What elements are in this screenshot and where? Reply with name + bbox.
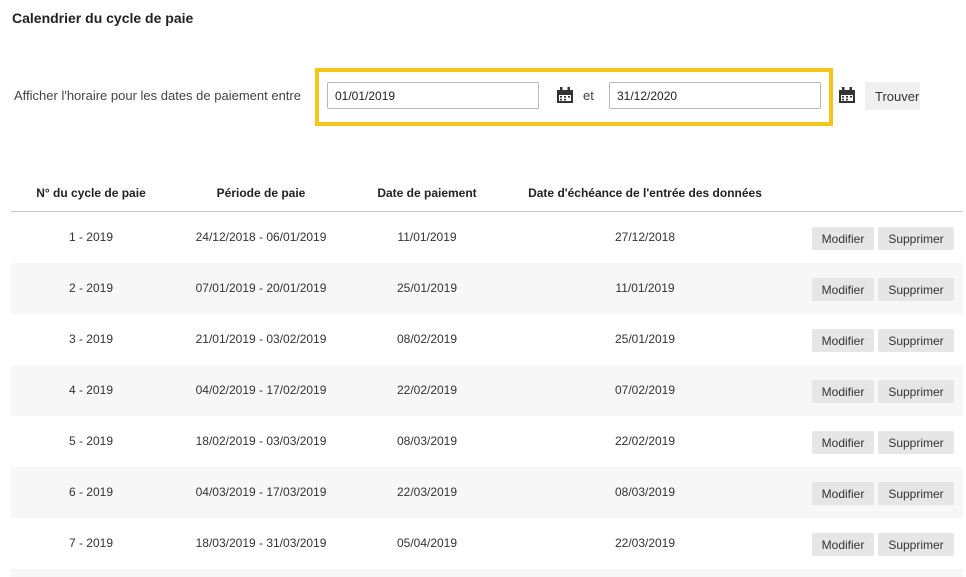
edit-button[interactable]: Modifier [812, 227, 874, 250]
cycle-number: 2 - 2019 [68, 281, 114, 295]
pay-period: 18/03/2019 - 31/03/2019 [195, 536, 327, 550]
table-row: 6 - 2019 04/03/2019 - 17/03/2019 22/03/2… [11, 467, 963, 518]
cycle-number: 4 - 2019 [68, 383, 114, 397]
page-title: Calendrier du cycle de paie [12, 10, 194, 26]
date-range-connector: et [583, 88, 594, 103]
pay-date: 08/03/2019 [396, 434, 458, 448]
edit-button[interactable]: Modifier [812, 431, 874, 454]
cycle-number: 7 - 2019 [68, 536, 114, 550]
cycle-number: 3 - 2019 [68, 332, 114, 346]
pay-date: 25/01/2019 [396, 281, 458, 295]
date-from-input[interactable] [327, 82, 539, 109]
table-row: 5 - 2019 18/02/2019 - 03/03/2019 08/03/2… [11, 416, 963, 467]
data-entry-due-date: 08/03/2019 [614, 485, 676, 499]
pay-period: 04/03/2019 - 17/03/2019 [195, 485, 327, 499]
calendar-icon[interactable] [838, 87, 856, 104]
find-button[interactable]: Trouver [865, 82, 920, 110]
pay-period: 04/02/2019 - 17/02/2019 [195, 383, 327, 397]
edit-button[interactable]: Modifier [812, 329, 874, 352]
pay-date: 22/03/2019 [396, 485, 458, 499]
filter-label: Afficher l'horaire pour les dates de pai… [14, 88, 301, 103]
pay-date: 05/04/2019 [396, 536, 458, 550]
data-entry-due-date: 25/01/2019 [614, 332, 676, 346]
delete-button[interactable]: Supprimer [878, 227, 954, 250]
pay-date: 08/02/2019 [396, 332, 458, 346]
table-row: 4 - 2019 04/02/2019 - 17/02/2019 22/02/2… [11, 365, 963, 416]
data-entry-due-date: 11/01/2019 [615, 281, 675, 295]
pay-period: 24/12/2018 - 06/01/2019 [195, 230, 327, 244]
delete-button[interactable]: Supprimer [878, 329, 954, 352]
edit-button[interactable]: Modifier [812, 380, 874, 403]
cycle-number: 6 - 2019 [68, 485, 114, 499]
table-header: N° du cycle de paie Période de paie Date… [11, 175, 963, 212]
column-header-cycle: N° du cycle de paie [36, 186, 146, 200]
delete-button[interactable]: Supprimer [878, 380, 954, 403]
table-row: 1 - 2019 24/12/2018 - 06/01/2019 11/01/2… [11, 212, 963, 263]
pay-period: 21/01/2019 - 03/02/2019 [195, 332, 327, 346]
edit-button[interactable]: Modifier [812, 482, 874, 505]
pay-period: 07/01/2019 - 20/01/2019 [195, 281, 327, 295]
delete-button[interactable]: Supprimer [878, 278, 954, 301]
data-entry-due-date: 27/12/2018 [614, 230, 676, 244]
data-entry-due-date: 22/02/2019 [614, 434, 676, 448]
table-row: 3 - 2019 21/01/2019 - 03/02/2019 08/02/2… [11, 314, 963, 365]
calendar-icon[interactable] [556, 87, 574, 104]
cycle-number: 5 - 2019 [68, 434, 114, 448]
column-header-pay-date: Date de paiement [377, 186, 477, 200]
cycle-number: 1 - 2019 [68, 230, 114, 244]
table-row: 7 - 2019 18/03/2019 - 31/03/2019 05/04/2… [11, 518, 963, 569]
edit-button[interactable]: Modifier [812, 533, 874, 556]
pay-date: 11/01/2019 [397, 230, 457, 244]
column-header-period: Période de paie [216, 186, 306, 200]
delete-button[interactable]: Supprimer [878, 533, 954, 556]
pay-cycle-table: N° du cycle de paie Période de paie Date… [11, 175, 963, 577]
data-entry-due-date: 22/03/2019 [614, 536, 676, 550]
delete-button[interactable]: Supprimer [878, 482, 954, 505]
edit-button[interactable]: Modifier [812, 278, 874, 301]
delete-button[interactable]: Supprimer [878, 431, 954, 454]
column-header-due-date: Date d'échéance de l'entrée des données [528, 186, 762, 200]
date-to-input[interactable] [609, 82, 821, 109]
pay-date: 22/02/2019 [396, 383, 458, 397]
table-row: 2 - 2019 07/01/2019 - 20/01/2019 25/01/2… [11, 263, 963, 314]
pay-period: 18/02/2019 - 03/03/2019 [195, 434, 327, 448]
data-entry-due-date: 07/02/2019 [614, 383, 676, 397]
